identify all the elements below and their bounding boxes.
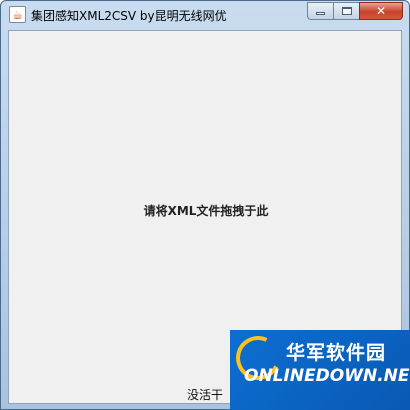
close-icon: ✕ [375,4,387,18]
watermark-cn-text: 华军软件园 [286,342,387,364]
window-title: 集团感知XML2CSV by昆明无线网优 [31,9,227,23]
watermark-en-text: ONLINEDOWN.NET [244,366,410,386]
java-app-icon[interactable]: ☕ [9,6,26,23]
maximize-button[interactable] [333,2,359,20]
title-bar[interactable]: ☕ 集团感知XML2CSV by昆明无线网优 ✕ [1,1,409,29]
minimize-icon [316,12,325,15]
maximize-icon [341,7,352,15]
status-label: 没活干 [187,388,224,402]
minimize-button[interactable] [307,2,333,20]
window-controls: ✕ [307,2,403,20]
drop-hint-label: 请将XML文件拖拽于此 [143,204,269,218]
watermark-logo: 华军软件园 ONLINEDOWN.NET [230,330,410,410]
close-button[interactable]: ✕ [359,2,403,20]
java-cup-icon: ☕ [12,7,23,22]
